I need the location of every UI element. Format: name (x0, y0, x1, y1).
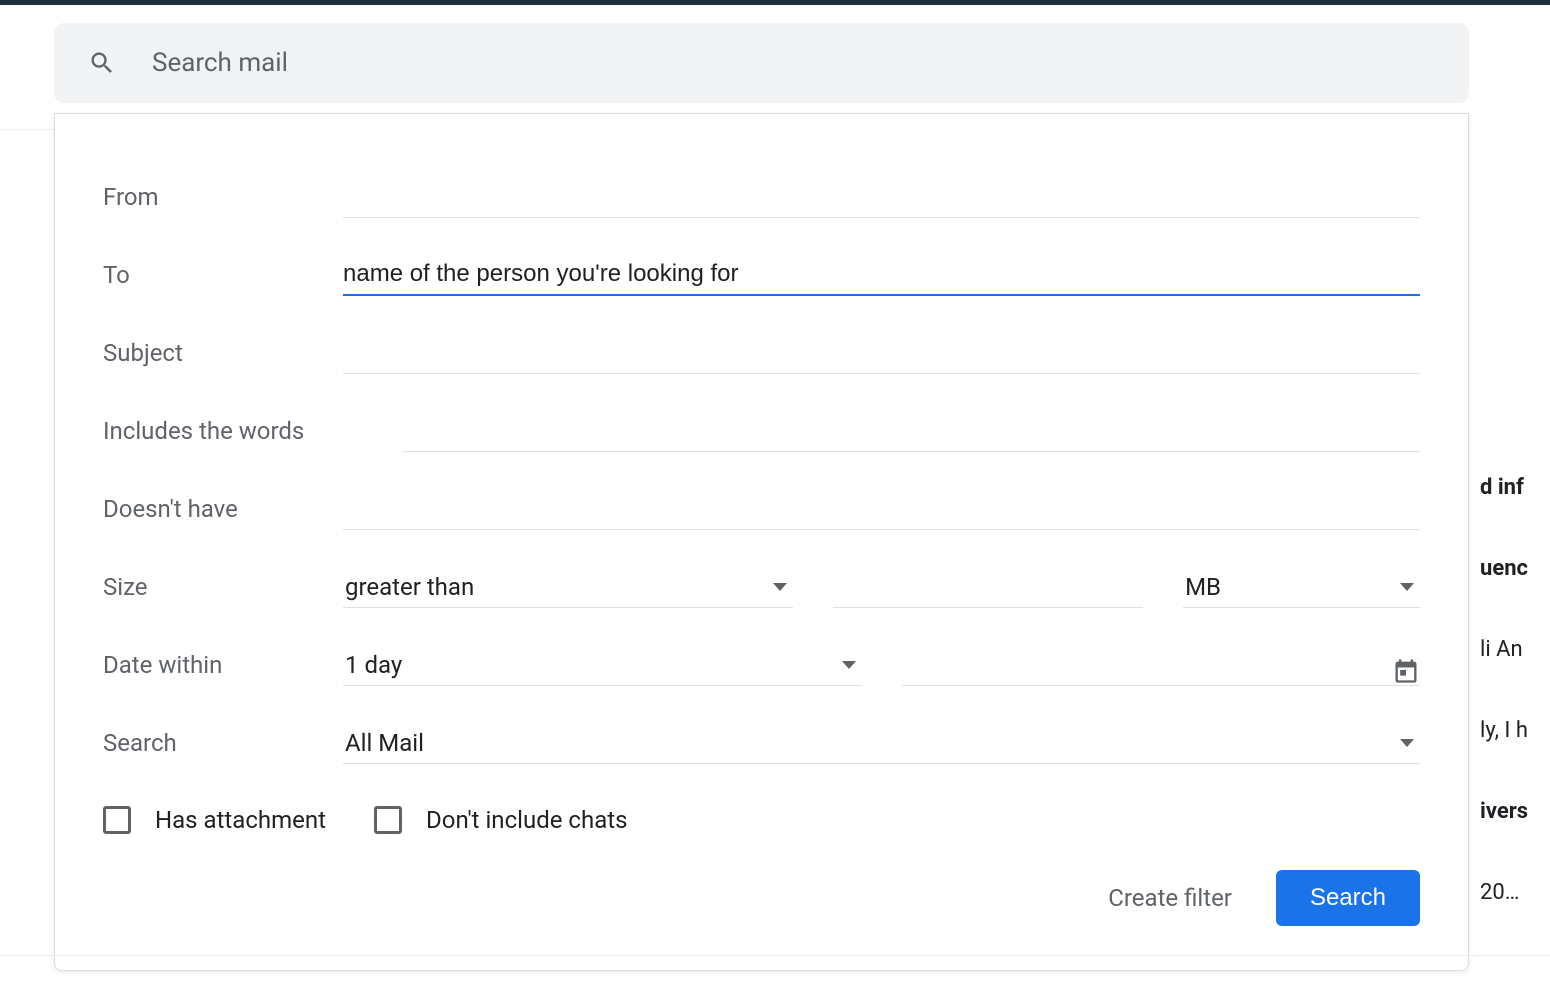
row-to: To (103, 236, 1420, 314)
dropdown-arrow-icon (1400, 583, 1414, 591)
mail-fragment: d inf (1480, 475, 1550, 500)
search-placeholder: Search mail (152, 48, 288, 78)
row-search-in: Search All Mail (103, 704, 1420, 782)
row-doesnt-have: Doesn't have (103, 470, 1420, 548)
size-operator-value: greater than (343, 573, 474, 601)
mail-fragment: ivers (1480, 799, 1550, 824)
has-attachment-label: Has attachment (155, 806, 326, 834)
exclude-chats-label: Don't include chats (426, 806, 627, 834)
mail-fragment: ly, I h (1480, 718, 1550, 743)
date-label: Date within (103, 651, 343, 679)
dropdown-arrow-icon (842, 661, 856, 669)
search-button[interactable]: Search (1276, 870, 1420, 926)
search-in-label: Search (103, 729, 343, 757)
size-unit-select[interactable]: MB (1183, 566, 1420, 608)
search-icon (88, 49, 116, 77)
row-from: From (103, 158, 1420, 236)
calendar-icon (1392, 657, 1420, 685)
dropdown-arrow-icon (773, 583, 787, 591)
date-value-input[interactable] (902, 644, 1421, 686)
row-subject: Subject (103, 314, 1420, 392)
subject-input[interactable] (343, 332, 1420, 374)
row-date: Date within 1 day (103, 626, 1420, 704)
search-bar[interactable]: Search mail (54, 23, 1469, 103)
date-range-select[interactable]: 1 day (343, 644, 862, 686)
includes-label: Includes the words (103, 417, 403, 445)
mail-fragment: uenc (1480, 556, 1550, 581)
subject-label: Subject (103, 339, 343, 367)
from-input[interactable] (343, 176, 1420, 218)
checkbox-row: Has attachment Don't include chats (103, 806, 1420, 834)
size-label: Size (103, 573, 343, 601)
create-filter-button[interactable]: Create filter (1108, 884, 1232, 912)
search-in-value: All Mail (343, 729, 424, 757)
has-attachment-checkbox[interactable]: Has attachment (103, 806, 326, 834)
to-label: To (103, 261, 343, 289)
date-range-value: 1 day (343, 651, 402, 679)
doesnt-have-label: Doesn't have (103, 495, 343, 523)
to-input[interactable] (343, 254, 1420, 296)
actions-row: Create filter Search (103, 870, 1420, 926)
row-size: Size greater than MB (103, 548, 1420, 626)
bg-divider (0, 129, 54, 130)
size-operator-select[interactable]: greater than (343, 566, 793, 608)
exclude-chats-checkbox[interactable]: Don't include chats (374, 806, 627, 834)
size-value-input[interactable] (833, 566, 1143, 608)
bg-divider (0, 955, 1550, 956)
row-includes: Includes the words (103, 392, 1420, 470)
mail-fragment: 20… (1480, 880, 1550, 905)
mail-fragment: li An (1480, 637, 1550, 662)
dropdown-arrow-icon (1400, 739, 1414, 747)
background-mail-fragments: d inf uenc li An ly, I h ivers 20… (1480, 475, 1550, 905)
from-label: From (103, 183, 343, 211)
advanced-search-panel: From To Subject Includes the words Doesn… (54, 113, 1469, 971)
includes-input[interactable] (403, 410, 1420, 452)
search-in-select[interactable]: All Mail (343, 722, 1420, 764)
checkbox-box-icon (374, 806, 402, 834)
doesnt-have-input[interactable] (343, 488, 1420, 530)
checkbox-box-icon (103, 806, 131, 834)
size-unit-value: MB (1183, 573, 1221, 601)
